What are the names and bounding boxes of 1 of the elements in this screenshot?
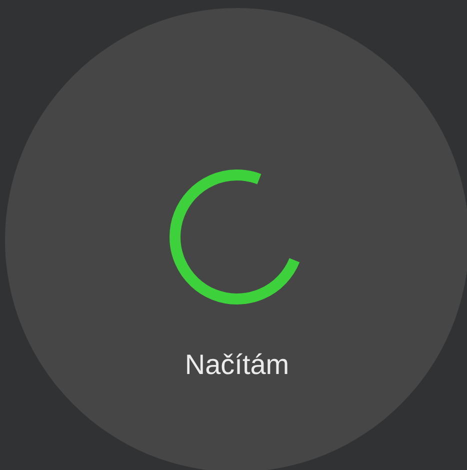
loading-text: Načítám bbox=[184, 348, 290, 382]
